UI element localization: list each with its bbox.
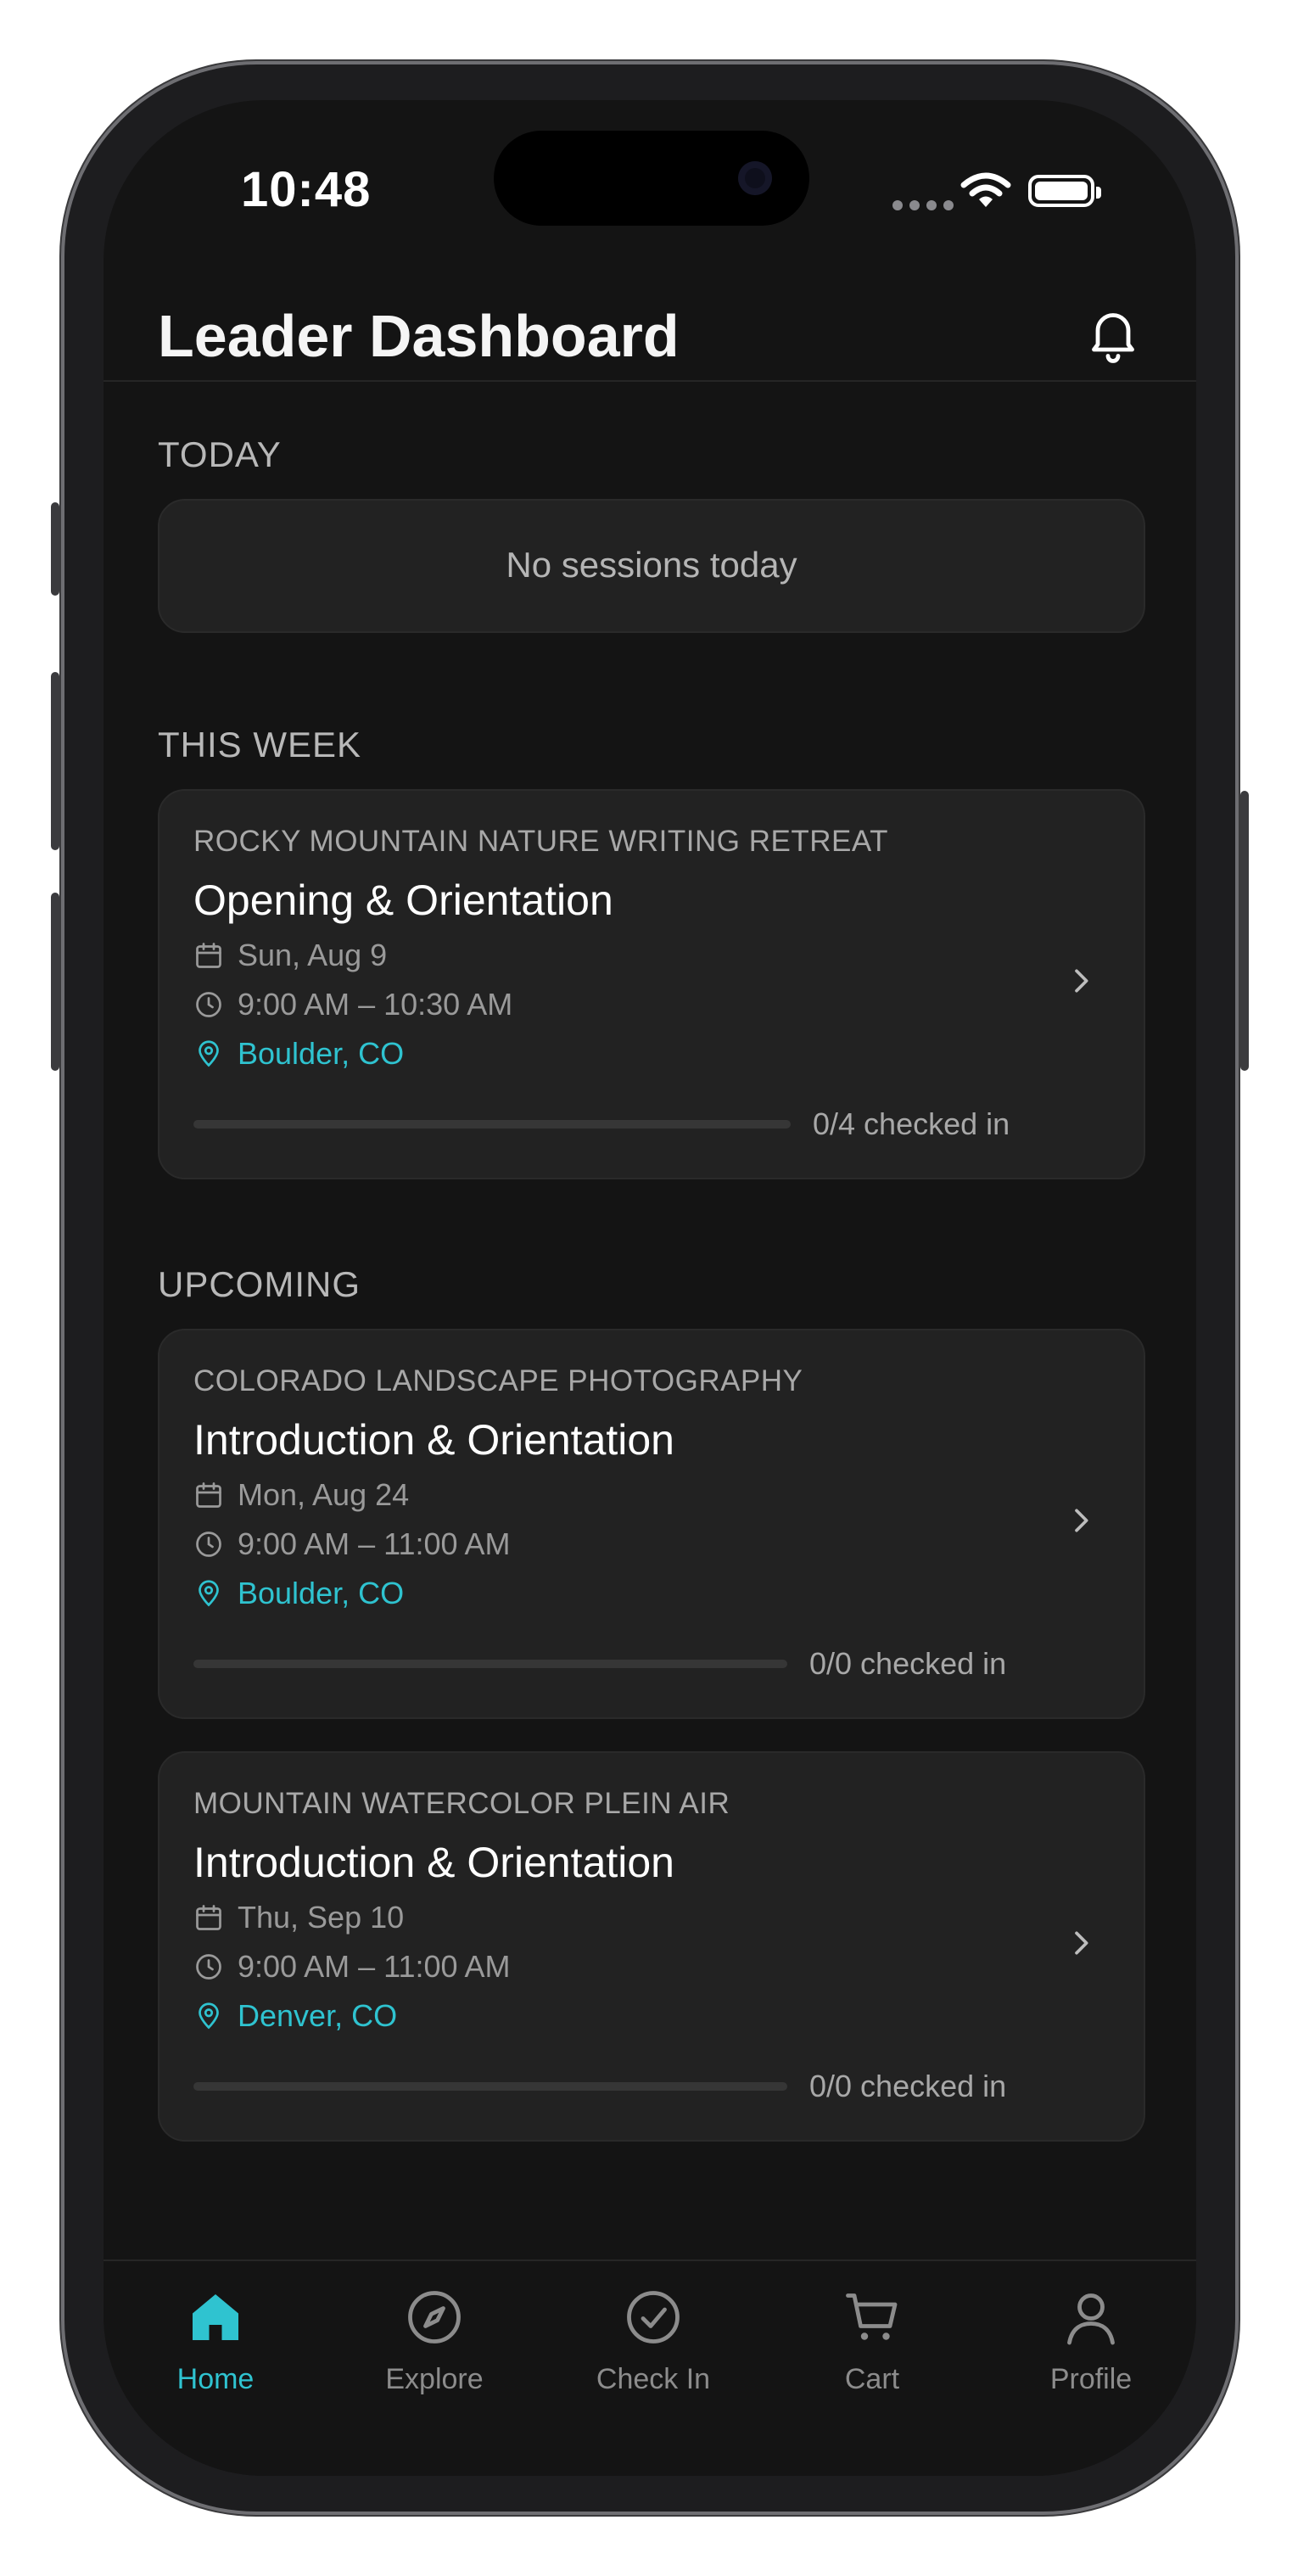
chevron-right-icon [1075, 1509, 1088, 1532]
app-header: Leader Dashboard [104, 270, 1196, 382]
date-text: Mon, Aug 24 [238, 1477, 410, 1512]
page-title: Leader Dashboard [158, 303, 680, 369]
session-date: Mon, Aug 24 [193, 1476, 409, 1514]
signal-dot [926, 200, 937, 210]
session-time: 9:00 AM – 10:30 AM [193, 986, 512, 1023]
power-button [1240, 791, 1249, 1071]
session-title: Opening & Orientation [193, 876, 613, 924]
volume-down-button [51, 893, 59, 1071]
session-card[interactable]: ROCKY MOUNTAIN NATURE WRITING RETREAT Op… [158, 789, 1145, 1179]
tab-label: Profile [1049, 2363, 1133, 2395]
battery-icon [1028, 175, 1101, 207]
session-location: Boulder, CO [193, 1035, 404, 1072]
clock-icon [196, 1532, 221, 1557]
tab-check-in[interactable]: Check In [568, 2287, 738, 2396]
signal-icon [892, 200, 903, 210]
session-location: Boulder, CO [193, 1575, 404, 1612]
tab-label: Explore [385, 2363, 484, 2395]
time-text: 9:00 AM – 11:00 AM [238, 1949, 511, 1984]
location-pin-icon [199, 2002, 219, 2030]
checkin-count: 0/4 checked in [813, 1106, 1010, 1141]
empty-sessions-card: No sessions today [158, 499, 1145, 633]
date-text: Thu, Sep 10 [238, 1900, 405, 1935]
status-time: 10:48 [241, 162, 372, 217]
home-icon [193, 2294, 238, 2340]
session-title: Introduction & Orientation [193, 1839, 674, 1886]
chevron-right-icon [1075, 969, 1088, 993]
checkin-progress-bar [193, 2082, 787, 2091]
section-label-today: TODAY [158, 434, 282, 474]
tab-label: Home [176, 2363, 255, 2395]
clock-icon [196, 1954, 221, 1980]
location-text: Boulder, CO [238, 1576, 405, 1610]
session-date: Thu, Sep 10 [193, 1899, 404, 1936]
signal-dot [943, 200, 954, 210]
bell-icon[interactable] [1083, 304, 1144, 365]
location-pin-icon [199, 1040, 219, 1067]
location-text: Boulder, CO [238, 1036, 405, 1071]
tab-profile[interactable]: Profile [1006, 2287, 1176, 2396]
program-name: ROCKY MOUNTAIN NATURE WRITING RETREAT [193, 825, 888, 858]
action-button [51, 502, 59, 596]
tab-label: Cart [844, 2363, 900, 2395]
section-label-upcoming: UPCOMING [158, 1264, 361, 1304]
session-card[interactable]: MOUNTAIN WATERCOLOR PLEIN AIR Introducti… [158, 1751, 1145, 2142]
signal-dot [909, 200, 920, 210]
wifi-icon [960, 172, 1011, 207]
chevron-right-icon [1075, 1931, 1088, 1955]
checkin-count: 0/0 checked in [809, 1646, 1007, 1681]
clock-icon [196, 992, 221, 1017]
session-title: Introduction & Orientation [193, 1416, 674, 1464]
session-time: 9:00 AM – 11:00 AM [193, 1526, 511, 1563]
time-text: 9:00 AM – 11:00 AM [238, 1526, 511, 1561]
date-text: Sun, Aug 9 [238, 938, 388, 972]
section-label-this-week: THIS WEEK [158, 725, 362, 764]
location-pin-icon [199, 1580, 219, 1607]
calendar-icon [196, 1905, 221, 1930]
dynamic-island [494, 131, 809, 226]
compass-icon [408, 2291, 461, 2344]
check-circle-icon [627, 2291, 680, 2344]
app-screen: 10:48 Leader Dashboard TODAY No sessions… [104, 100, 1196, 2476]
tab-label: Check In [596, 2363, 711, 2395]
tab-explore[interactable]: Explore [350, 2287, 519, 2396]
empty-message: No sessions today [506, 545, 797, 585]
camera-icon [738, 161, 772, 195]
volume-up-button [51, 672, 59, 850]
location-text: Denver, CO [238, 1998, 398, 2033]
person-icon [1067, 2293, 1115, 2345]
bottom-tab-bar: Home Explore Check In Cart Profile [104, 2260, 1196, 2476]
session-time: 9:00 AM – 11:00 AM [193, 1948, 511, 1985]
program-name: COLORADO LANDSCAPE PHOTOGRAPHY [193, 1364, 803, 1397]
session-location: Denver, CO [193, 1997, 397, 2035]
time-text: 9:00 AM – 10:30 AM [238, 987, 513, 1022]
checkin-progress-bar [193, 1120, 791, 1128]
calendar-icon [196, 943, 221, 968]
tab-cart[interactable]: Cart [787, 2287, 957, 2396]
tab-home[interactable]: Home [131, 2287, 300, 2396]
checkin-progress-bar [193, 1660, 787, 1668]
checkin-count: 0/0 checked in [809, 2069, 1007, 2103]
calendar-icon [196, 1482, 221, 1508]
session-card[interactable]: COLORADO LANDSCAPE PHOTOGRAPHY Introduct… [158, 1329, 1145, 1719]
program-name: MOUNTAIN WATERCOLOR PLEIN AIR [193, 1787, 730, 1820]
status-bar: 10:48 [104, 100, 1196, 270]
cart-icon [846, 2293, 898, 2340]
session-date: Sun, Aug 9 [193, 937, 387, 974]
